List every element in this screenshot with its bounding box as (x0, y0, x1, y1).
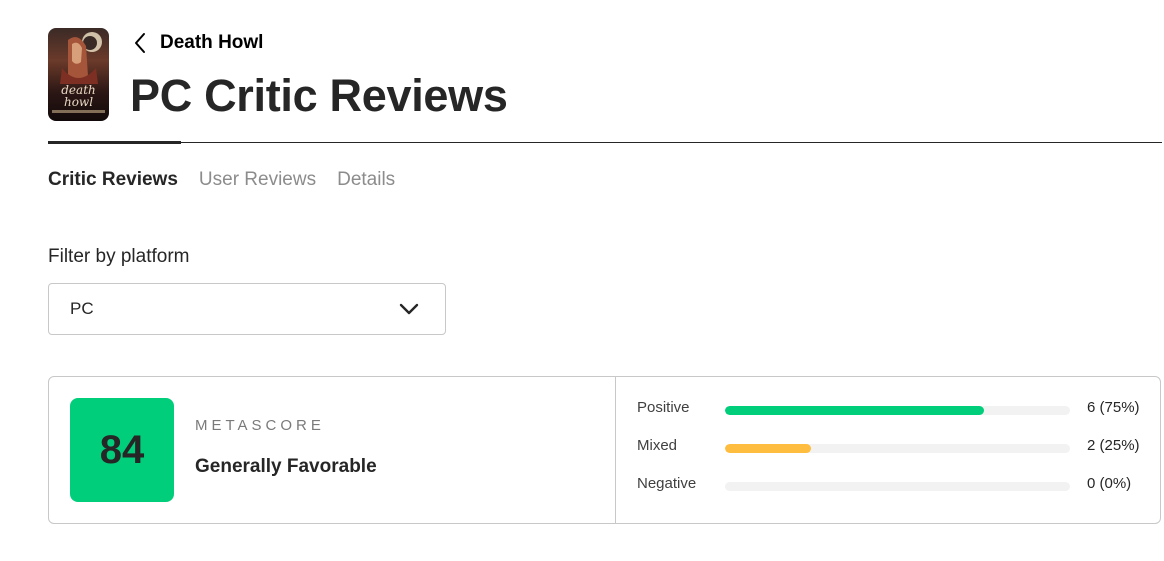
card-divider (615, 377, 616, 523)
metascore-card: 84 METASCORE Generally Favorable Positiv… (48, 376, 1161, 524)
distribution-label: Mixed (637, 437, 678, 454)
chevron-left-icon (134, 32, 146, 54)
distribution-row-positive: Positive 6 (75%) (637, 399, 1147, 419)
review-tabs: Critic Reviews User Reviews Details (48, 169, 395, 191)
distribution-label: Negative (637, 475, 697, 492)
distribution-count: 6 (75%) (1087, 399, 1140, 416)
chevron-down-icon (399, 303, 419, 315)
distribution-label: Positive (637, 399, 690, 416)
active-section-indicator (48, 141, 181, 144)
page-title: PC Critic Reviews (130, 70, 508, 121)
metascore-badge: 84 (70, 398, 174, 502)
game-title-link[interactable]: Death Howl (160, 32, 263, 54)
distribution-row-negative: Negative 0 (0%) (637, 475, 1147, 495)
distribution-bar-track (725, 482, 1070, 491)
tab-details[interactable]: Details (337, 169, 395, 191)
platform-select-value: PC (70, 299, 94, 318)
distribution-bar-track (725, 406, 1070, 415)
distribution-bar-fill (725, 444, 812, 453)
cover-art-lettering: death howl (61, 83, 96, 109)
header-divider (48, 142, 1162, 143)
distribution-count: 0 (0%) (1087, 475, 1132, 492)
filter-label: Filter by platform (48, 246, 190, 267)
critic-reviews-page: death howl Death Howl PC Critic Reviews … (0, 0, 1164, 561)
metascore-label: METASCORE (195, 417, 325, 434)
platform-select[interactable]: PC (48, 283, 446, 335)
tab-critic-reviews[interactable]: Critic Reviews (48, 169, 178, 191)
distribution-bar-track (725, 444, 1070, 453)
distribution-bar-fill (725, 406, 984, 415)
tab-user-reviews[interactable]: User Reviews (199, 169, 316, 191)
back-link[interactable]: Death Howl (134, 28, 263, 58)
game-cover-image[interactable]: death howl (48, 28, 109, 121)
distribution-row-mixed: Mixed 2 (25%) (637, 437, 1147, 457)
distribution-count: 2 (25%) (1087, 437, 1140, 454)
metascore-verdict: Generally Favorable (195, 456, 377, 477)
metascore-value: 84 (99, 427, 145, 472)
